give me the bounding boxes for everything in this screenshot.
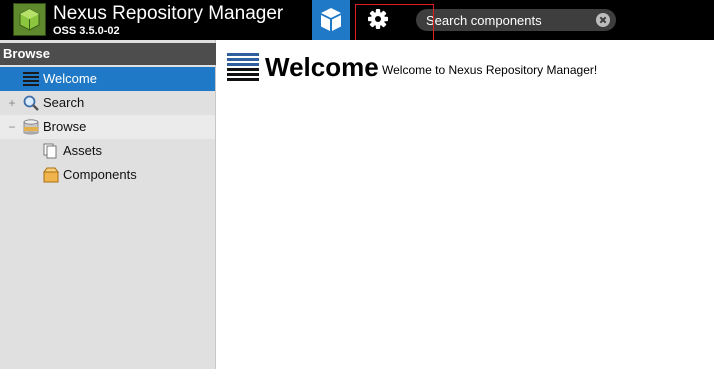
main-content: Welcome Welcome to Nexus Repository Mana… bbox=[216, 40, 714, 369]
top-header-bar: Nexus Repository Manager OSS 3.5.0-02 bbox=[0, 0, 714, 40]
magnifier-icon bbox=[23, 95, 39, 111]
sidebar-item-label: Browse bbox=[43, 119, 87, 134]
sidebar-item-welcome[interactable]: Welcome bbox=[0, 67, 215, 91]
collapse-toggle-icon[interactable]: − bbox=[7, 115, 17, 139]
welcome-lines-icon bbox=[227, 53, 259, 81]
expand-toggle-icon[interactable]: + bbox=[7, 91, 17, 115]
sidebar-item-label: Components bbox=[63, 167, 137, 182]
sidebar-item-label: Assets bbox=[63, 143, 103, 158]
clear-search-icon[interactable] bbox=[596, 13, 610, 27]
gear-icon bbox=[368, 9, 388, 29]
sidebar-item-assets[interactable]: Assets bbox=[0, 139, 215, 163]
sidebar-header: Browse bbox=[0, 43, 216, 65]
database-icon bbox=[23, 119, 39, 135]
search-components-box bbox=[416, 9, 616, 31]
app-version: OSS 3.5.0-02 bbox=[53, 25, 120, 37]
box-icon bbox=[43, 167, 59, 183]
sidebar-item-label: Welcome bbox=[43, 71, 97, 86]
cube-icon bbox=[321, 8, 341, 31]
sidebar-item-components[interactable]: Components bbox=[0, 163, 215, 187]
sidebar-item-search[interactable]: + Search bbox=[0, 91, 215, 115]
search-components-input[interactable] bbox=[426, 9, 591, 31]
sidebar-item-label: Search bbox=[43, 95, 85, 110]
sidebar-panel: Browse Welcome + Search − Browse Assets … bbox=[0, 40, 216, 369]
list-lines-icon bbox=[23, 71, 39, 87]
browse-mode-button[interactable] bbox=[312, 0, 350, 40]
page-subtitle: Welcome to Nexus Repository Manager! bbox=[382, 63, 598, 77]
app-title: Nexus Repository Manager bbox=[53, 3, 284, 24]
page-title: Welcome bbox=[265, 52, 379, 82]
documents-icon bbox=[43, 143, 59, 159]
nexus-logo-icon[interactable] bbox=[13, 3, 46, 36]
administration-mode-button[interactable] bbox=[360, 0, 396, 40]
sidebar-item-browse[interactable]: − Browse bbox=[0, 115, 215, 139]
